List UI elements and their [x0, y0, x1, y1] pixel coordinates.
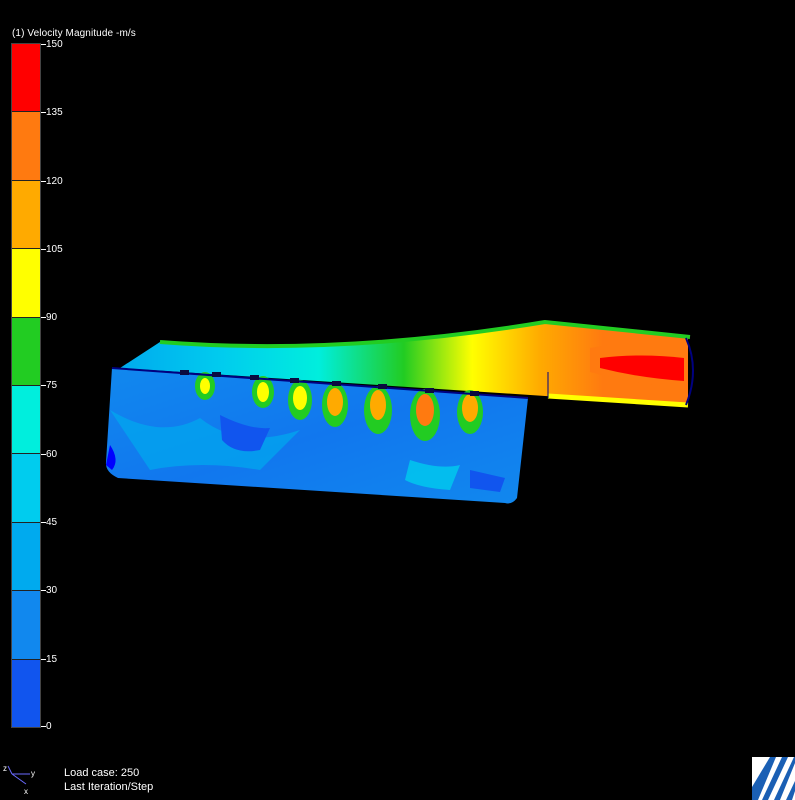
viewport[interactable]: (1) Velocity Magnitude -m/s 150 135 120 …: [0, 0, 795, 800]
slot: [250, 375, 259, 380]
load-case-text: Load case: 250: [64, 767, 140, 779]
jet-plume-core: [370, 390, 386, 420]
jet-plume-core: [257, 382, 269, 402]
slot: [378, 384, 387, 389]
slot: [425, 388, 434, 393]
axis-z-label: z: [3, 764, 7, 773]
jet-plume-core: [293, 386, 307, 410]
iteration-text: Last Iteration/Step: [64, 781, 154, 793]
axis-x-line: [11, 773, 27, 785]
slot: [332, 381, 341, 386]
axis-y-label: y: [31, 769, 35, 778]
jet-plume-core: [200, 378, 210, 394]
jet-plume-core: [462, 394, 478, 422]
status-panel: Load case: 250 Last Iteration/Step: [64, 766, 153, 794]
axis-triad: z y x: [3, 764, 35, 796]
axis-z-line: [7, 765, 13, 775]
slot: [290, 378, 299, 383]
axis-x-label: x: [24, 787, 28, 796]
logo-icon: [752, 757, 795, 800]
jet-plume-core: [327, 388, 343, 416]
jet-plume-core: [416, 394, 434, 426]
cfd-model-view[interactable]: [0, 0, 795, 800]
slot: [180, 370, 189, 375]
slot: [470, 391, 479, 396]
slot: [212, 372, 221, 377]
